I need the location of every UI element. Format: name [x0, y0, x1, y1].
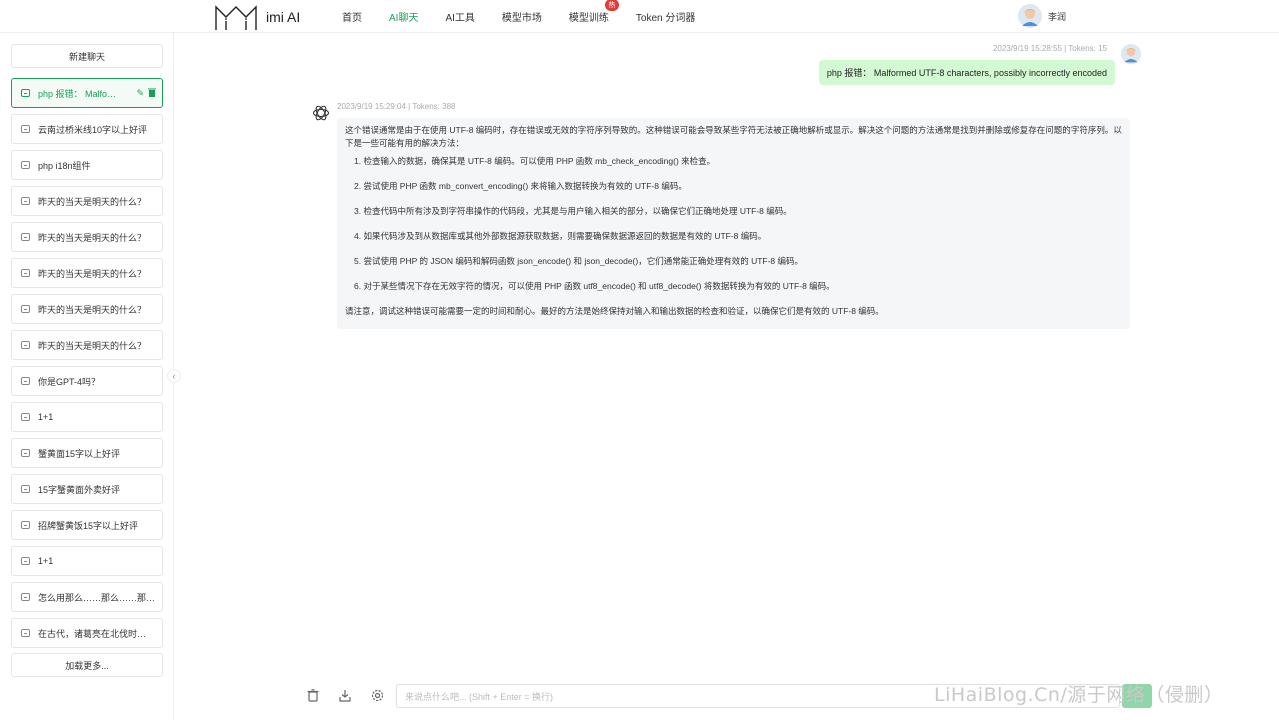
chat-icon — [21, 233, 30, 241]
list-item[interactable]: php i18n组件 — [11, 150, 163, 180]
main-nav: 首页 AI聊天 AI工具 模型市场 模型训练 热 Token 分词器 — [342, 0, 722, 33]
list-item[interactable]: 昨天的当天是明天的什么？ — [11, 330, 163, 360]
list-item-label: 昨天的当天是明天的什么？ — [38, 232, 147, 243]
ai-message-meta: 2023/9/19 15:29:04 | Tokens: 388 — [337, 102, 456, 111]
list-item[interactable]: 在古代，诸葛亮在北伐时… — [11, 618, 163, 648]
list-item[interactable]: 蟹黄面15字以上好评 — [11, 438, 163, 468]
delete-icon[interactable] — [148, 88, 156, 99]
chat-icon — [21, 557, 30, 565]
list-item[interactable]: 昨天的当天是明天的什么？ — [11, 222, 163, 252]
nav-ai-chat[interactable]: AI聊天 — [389, 9, 418, 24]
list-item[interactable]: 你是GPT-4吗？ — [11, 366, 163, 396]
user-avatar-icon — [1018, 4, 1042, 28]
user-avatar-icon — [1121, 44, 1141, 64]
chat-icon — [21, 377, 30, 385]
hot-badge: 热 — [604, 0, 619, 11]
chat-icon — [21, 269, 30, 277]
list-item-label: 昨天的当天是明天的什么？ — [38, 268, 147, 279]
list-item[interactable]: 1+1 — [11, 402, 163, 432]
list-item[interactable]: 昨天的当天是明天的什么？ — [11, 186, 163, 216]
list-item-label: 在古代，诸葛亮在北伐时… — [38, 628, 147, 639]
answer-step: 5. 尝试使用 PHP 的 JSON 编码和解码函数 json_encode()… — [354, 256, 804, 266]
logo[interactable]: imi AI — [214, 3, 300, 31]
chat-history-sidebar: 新建聊天 php 报错： Malfo… ✎ 云南过桥米线10字以上好评 php … — [0, 33, 174, 720]
nav-model-training[interactable]: 模型训练 热 — [568, 0, 619, 24]
user-name: 李润 — [1048, 11, 1067, 22]
list-item-label: 云南过桥米线10字以上好评 — [38, 124, 148, 135]
nav-token-tokenizer[interactable]: Token 分词器 — [636, 9, 695, 24]
gear-icon[interactable] — [370, 688, 384, 702]
list-item-label: 昨天的当天是明天的什么？ — [38, 196, 147, 207]
chat-history-list: php 报错： Malfo… ✎ 云南过桥米线10字以上好评 php i18n组… — [11, 78, 163, 654]
list-item[interactable]: 怎么用那么……那么……那… — [11, 582, 163, 612]
openai-logo-icon — [312, 105, 330, 121]
chat-icon — [21, 305, 30, 313]
new-chat-button[interactable]: 新建聊天 — [11, 44, 163, 68]
list-item-label: 15字蟹黄面外卖好评 — [38, 484, 121, 495]
list-item-label: php i18n组件 — [38, 160, 91, 171]
logo-mark-icon — [215, 5, 257, 30]
footer-toolbar — [306, 688, 384, 702]
list-item-label: 1+1 — [38, 412, 54, 422]
avatar — [1018, 4, 1042, 28]
chat-icon — [21, 593, 30, 601]
load-more-button[interactable]: 加载更多... — [11, 653, 163, 677]
chat-icon — [21, 413, 30, 421]
nav-ai-tools[interactable]: AI工具 — [445, 9, 474, 24]
chat-icon — [21, 341, 30, 349]
list-item-label: 1+1 — [38, 556, 54, 566]
answer-step: 2. 尝试使用 PHP 函数 mb_convert_encoding() 来将输… — [354, 181, 687, 191]
answer-outro: 请注意，调试这种错误可能需要一定的时间和耐心。最好的方法是始终保持对输入和输出数… — [345, 306, 884, 316]
nav-home[interactable]: 首页 — [342, 9, 362, 24]
chat-icon — [21, 161, 30, 169]
list-item-label: 招牌蟹黄饭15字以上好评 — [38, 520, 139, 531]
avatar — [1121, 44, 1141, 64]
top-header: imi AI 首页 AI聊天 AI工具 模型市场 模型训练 热 Token 分词… — [0, 0, 1279, 33]
list-item-label: 昨天的当天是明天的什么？ — [38, 340, 147, 351]
answer-step: 4. 如果代码涉及到从数据库或其他外部数据源获取数据，则需要确保数据源返回的数据… — [354, 231, 767, 241]
user-message-meta: 2023/9/19 15:28:55 | Tokens: 15 — [992, 44, 1107, 53]
watermark: LiHaiBlog.Cn/源于网络（侵删） — [934, 684, 1224, 706]
user-menu[interactable]: 李润 — [1018, 4, 1066, 28]
chat-icon — [21, 521, 30, 529]
edit-icon[interactable]: ✎ — [136, 88, 144, 99]
list-item-label: php 报错： Malfo… — [38, 88, 117, 99]
trash-icon[interactable] — [306, 688, 320, 702]
list-item[interactable]: 15字蟹黄面外卖好评 — [11, 474, 163, 504]
collapse-sidebar-chevron-left-icon[interactable]: ‹ — [167, 369, 181, 383]
answer-step: 6. 对于某些情况下存在无效字符的情况，可以使用 PHP 函数 utf8_enc… — [354, 281, 835, 291]
list-item-label: 怎么用那么……那么……那… — [38, 592, 156, 603]
answer-steps: 1. 检查输入的数据，确保其是 UTF-8 编码。可以使用 PHP 函数 mb_… — [345, 155, 1122, 293]
chat-icon — [21, 485, 30, 493]
nav-model-market[interactable]: 模型市场 — [502, 9, 542, 24]
chat-icon — [21, 629, 30, 637]
chat-icon — [21, 89, 30, 97]
list-item[interactable]: 云南过桥米线10字以上好评 — [11, 114, 163, 144]
list-item[interactable]: 昨天的当天是明天的什么？ — [11, 258, 163, 288]
answer-intro: 这个错误通常是由于在使用 UTF-8 编码时，存在错误或无效的字符序列导致的。这… — [345, 125, 1122, 148]
answer-step: 3. 检查代码中所有涉及到字符串操作的代码段，尤其是与用户输入相关的部分，以确保… — [354, 206, 792, 216]
ai-message-bubble: 这个错误通常是由于在使用 UTF-8 编码时，存在错误或无效的字符序列导致的。这… — [337, 118, 1130, 329]
list-item-label: 蟹黄面15字以上好评 — [38, 448, 121, 459]
chat-icon — [21, 197, 30, 205]
download-icon[interactable] — [338, 688, 352, 702]
app-name: imi AI — [266, 9, 301, 25]
user-message-bubble: php 报错： Malformed UTF-8 characters, poss… — [818, 60, 1115, 85]
chat-icon — [21, 125, 30, 133]
list-item[interactable]: 招牌蟹黄饭15字以上好评 — [11, 510, 163, 540]
list-item-label: 昨天的当天是明天的什么？ — [38, 304, 147, 315]
row-actions: ✎ — [136, 88, 156, 99]
list-item[interactable]: 昨天的当天是明天的什么？ — [11, 294, 163, 324]
list-item[interactable]: php 报错： Malfo… ✎ — [11, 78, 163, 108]
list-item-label: 你是GPT-4吗？ — [38, 376, 101, 387]
chat-icon — [21, 449, 30, 457]
list-item[interactable]: 1+1 — [11, 546, 163, 576]
answer-step: 1. 检查输入的数据，确保其是 UTF-8 编码。可以使用 PHP 函数 mb_… — [354, 156, 716, 166]
nav-model-training-label: 模型训练 — [568, 13, 609, 24]
